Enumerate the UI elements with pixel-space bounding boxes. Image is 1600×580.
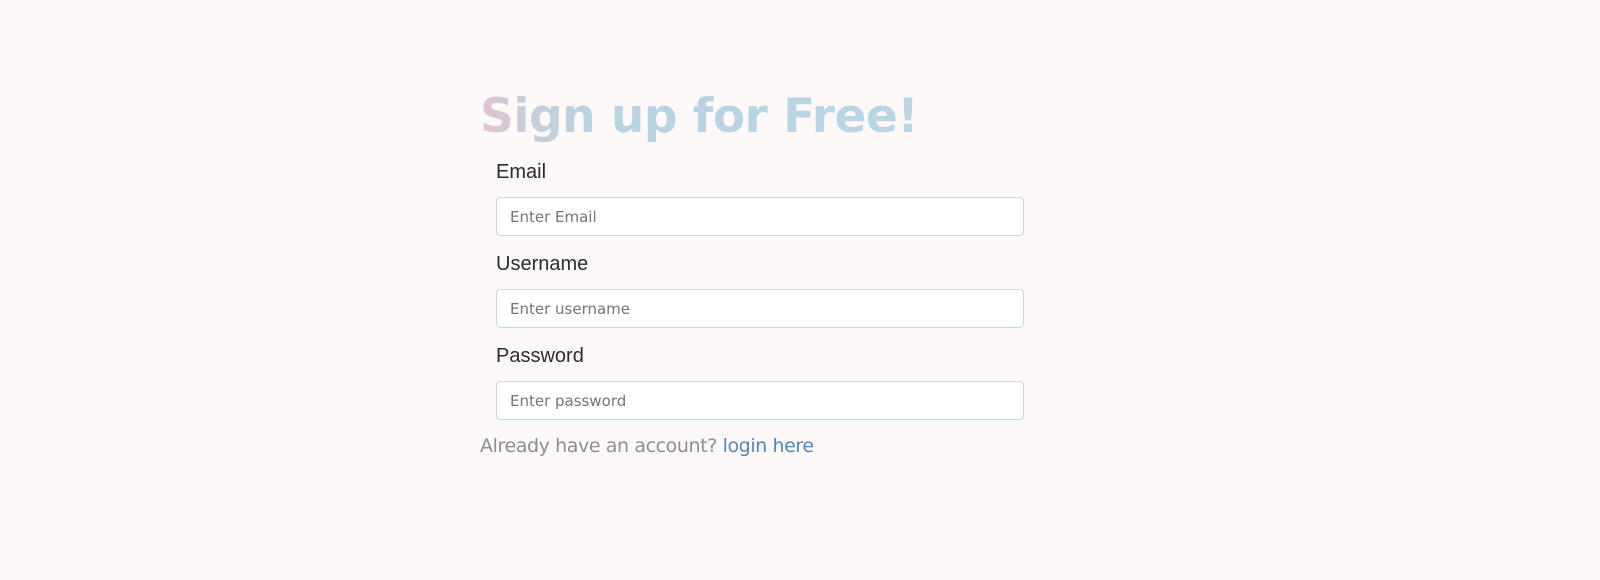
- username-label: Username: [496, 253, 589, 275]
- login-prompt-text: Already have an account?: [480, 435, 717, 457]
- email-field[interactable]: [496, 197, 1024, 236]
- signup-page: Sign up for Free! Email Username Passwor…: [0, 0, 1600, 580]
- username-group: Username: [496, 252, 1040, 328]
- password-field[interactable]: [496, 381, 1024, 420]
- login-prompt: Already have an account? login here: [480, 432, 1040, 460]
- signup-form: Email Username Password: [480, 160, 1040, 420]
- signup-container: Sign up for Free! Email Username Passwor…: [480, 84, 1040, 460]
- password-group: Password: [496, 344, 1040, 420]
- password-label: Password: [496, 345, 584, 367]
- email-label: Email: [496, 161, 547, 183]
- login-link[interactable]: login here: [723, 435, 815, 457]
- email-group: Email: [496, 160, 1040, 236]
- username-field[interactable]: [496, 289, 1024, 328]
- page-title: Sign up for Free!: [480, 84, 1040, 150]
